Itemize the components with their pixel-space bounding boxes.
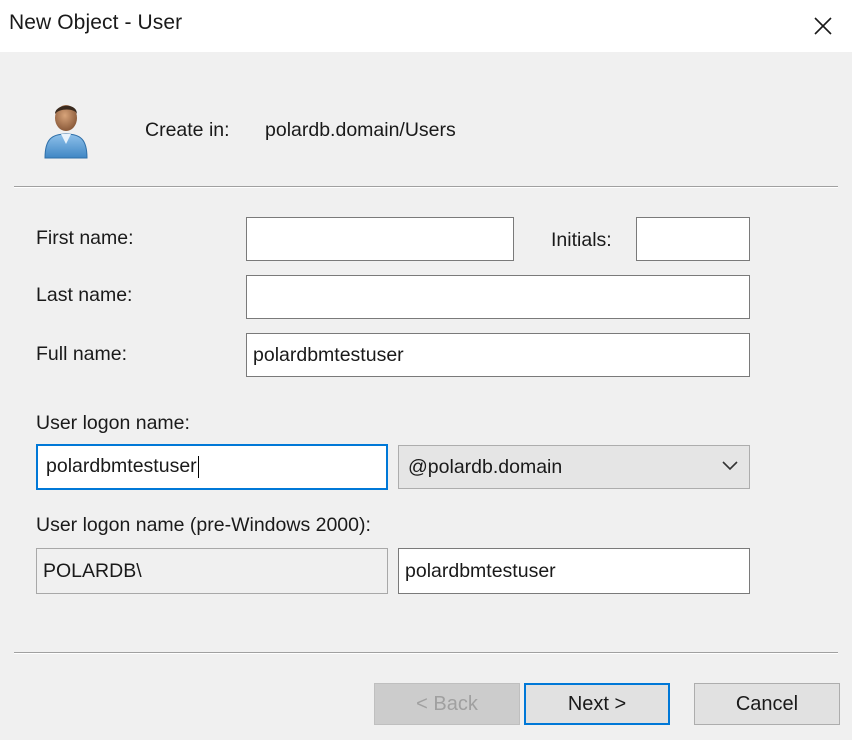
logon-name-value: polardbmtestuser — [46, 455, 197, 477]
last-name-field[interactable] — [246, 275, 750, 319]
cancel-button[interactable]: Cancel — [694, 683, 840, 725]
user-icon — [44, 105, 88, 159]
back-button[interactable]: < Back — [374, 683, 520, 725]
text-caret — [197, 455, 200, 478]
pre2000-label: User logon name (pre-Windows 2000): — [36, 514, 371, 536]
domain-suffix-select[interactable]: @polardb.domain — [398, 445, 750, 489]
window-title: New Object - User — [9, 11, 183, 34]
footer-separator — [14, 652, 838, 654]
logon-name-field[interactable]: polardbmtestuser — [36, 444, 388, 490]
title-bar: New Object - User — [0, 0, 852, 52]
initials-field[interactable] — [636, 217, 750, 261]
last-name-label: Last name: — [36, 284, 133, 306]
close-icon — [814, 17, 832, 35]
first-name-field[interactable] — [246, 217, 514, 261]
pre2000-logon-field[interactable] — [398, 548, 750, 594]
create-in-label: Create in: — [145, 119, 230, 141]
header-separator — [14, 186, 838, 188]
pre2000-domain-field — [36, 548, 388, 594]
logon-name-label: User logon name: — [36, 412, 190, 434]
next-button[interactable]: Next > — [524, 683, 670, 725]
close-button[interactable] — [794, 0, 852, 52]
full-name-label: Full name: — [36, 343, 128, 365]
initials-label: Initials: — [551, 229, 612, 251]
full-name-field[interactable] — [246, 333, 750, 377]
domain-suffix-value: @polardb.domain — [408, 455, 563, 478]
create-in-path: polardb.domain/Users — [265, 119, 456, 141]
first-name-label: First name: — [36, 227, 134, 249]
chevron-down-icon — [722, 461, 738, 471]
